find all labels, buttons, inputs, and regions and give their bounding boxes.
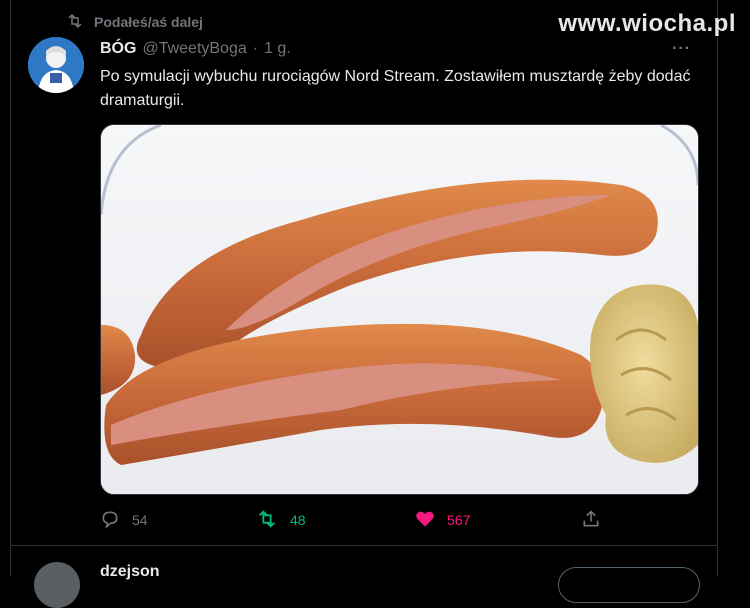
- like-button[interactable]: 567: [415, 506, 470, 534]
- retweet-label[interactable]: Podałeś/aś dalej: [94, 14, 203, 30]
- tweet-time[interactable]: 1 g.: [264, 40, 291, 58]
- reply-count: 54: [132, 512, 148, 528]
- retweet-count: 48: [290, 512, 306, 528]
- tweet-image[interactable]: [100, 124, 699, 495]
- avatar[interactable]: [28, 37, 84, 93]
- tweet-text: Po symulacji wybuchu rurociągów Nord Str…: [100, 68, 691, 109]
- heart-icon: [415, 509, 435, 532]
- more-options-icon[interactable]: ···: [672, 40, 691, 58]
- like-count: 567: [447, 512, 471, 528]
- retweet-icon: [256, 509, 278, 532]
- reply-button[interactable]: 54: [100, 506, 148, 534]
- avatar[interactable]: [34, 562, 80, 608]
- tweet-divider: [10, 545, 717, 546]
- retweet-button[interactable]: 48: [256, 506, 306, 534]
- next-author-name[interactable]: dzejson: [100, 563, 160, 581]
- reply-icon: [100, 509, 120, 532]
- share-icon: [581, 509, 601, 532]
- separator-dot: ·: [252, 40, 259, 57]
- share-button[interactable]: [581, 506, 601, 534]
- retweet-icon: [66, 13, 84, 32]
- site-watermark: www.wiocha.pl: [558, 10, 736, 37]
- tweet-actions: 54 48 567: [100, 506, 620, 534]
- retweet-context: Podałeś/aś dalej: [66, 12, 203, 32]
- author-name[interactable]: BÓG: [100, 40, 136, 58]
- tweet-header: BÓG @TweetyBoga · 1 g.: [100, 39, 291, 59]
- follow-button[interactable]: [558, 567, 700, 603]
- author-handle[interactable]: @TweetyBoga: [142, 40, 246, 58]
